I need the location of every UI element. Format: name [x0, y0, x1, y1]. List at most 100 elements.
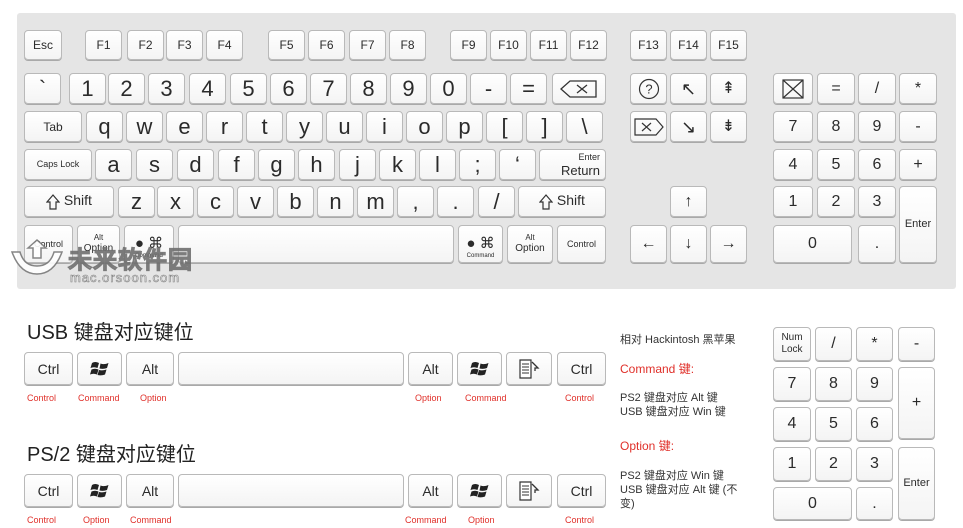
key-y[interactable]: y — [286, 111, 323, 142]
key-p[interactable]: p — [446, 111, 483, 142]
key2-numpad-9[interactable]: 9 — [856, 367, 893, 401]
key-b[interactable]: b — [277, 186, 314, 217]
ps2-key-menu[interactable] — [506, 474, 552, 507]
key-f8[interactable]: F8 — [389, 30, 426, 60]
key2-numpad-1[interactable]: 1 — [773, 447, 811, 481]
key-command-right[interactable]: ● ⌘ Command — [458, 225, 503, 263]
key-page-up[interactable]: ⇞ — [710, 73, 747, 104]
key-numpad-plus[interactable]: + — [899, 149, 937, 180]
key-sym-9[interactable]: / — [478, 186, 515, 217]
key-f15[interactable]: F15 — [710, 30, 747, 60]
key-f10[interactable]: F10 — [490, 30, 527, 60]
key-e[interactable]: e — [166, 111, 203, 142]
key-h[interactable]: h — [298, 149, 335, 180]
key-sym-9[interactable]: ; — [459, 149, 496, 180]
ps2-key-alt-left[interactable]: Alt — [126, 474, 174, 507]
key-t[interactable]: t — [246, 111, 283, 142]
key-number-0[interactable]: ` — [24, 73, 61, 104]
key2-numpad-8[interactable]: 8 — [815, 367, 852, 401]
key2-numpad-plus[interactable]: + — [898, 367, 935, 439]
key-numpad-minus[interactable]: - — [899, 111, 937, 142]
key-f14[interactable]: F14 — [670, 30, 707, 60]
key-shift-left[interactable]: Shift — [24, 186, 114, 217]
key-g[interactable]: g — [258, 149, 295, 180]
key-caps-lock[interactable]: Caps Lock — [24, 149, 92, 180]
key2-numpad-7[interactable]: 7 — [773, 367, 811, 401]
key-numpad-divide[interactable]: / — [858, 73, 896, 104]
key-arrow-down[interactable]: ↓ — [670, 225, 707, 263]
key-number-4[interactable]: 4 — [189, 73, 226, 104]
usb-key-alt-right[interactable]: Alt — [408, 352, 453, 385]
key-numpad-0[interactable]: 0 — [773, 225, 852, 263]
usb-key-menu[interactable] — [506, 352, 552, 385]
key-numpad-enter[interactable]: Enter — [899, 186, 937, 263]
key-d[interactable]: d — [177, 149, 214, 180]
key-numpad-multiply[interactable]: * — [899, 73, 937, 104]
key-space[interactable] — [178, 225, 454, 263]
key-home[interactable]: ↖ — [670, 73, 707, 104]
usb-key-ctrl-right[interactable]: Ctrl — [557, 352, 606, 385]
key-control-right[interactable]: Control — [557, 225, 606, 263]
key-f7[interactable]: F7 — [349, 30, 386, 60]
key-numpad-3[interactable]: 3 — [858, 186, 896, 217]
ps2-key-win-left[interactable] — [77, 474, 122, 507]
key-number-9[interactable]: 9 — [390, 73, 427, 104]
key-v[interactable]: v — [237, 186, 274, 217]
key-tab[interactable]: Tab — [24, 111, 82, 142]
key-m[interactable]: m — [357, 186, 394, 217]
key-f13[interactable]: F13 — [630, 30, 667, 60]
key2-numpad-4[interactable]: 4 — [773, 407, 811, 441]
key-i[interactable]: i — [366, 111, 403, 142]
key-f4[interactable]: F4 — [206, 30, 243, 60]
key-z[interactable]: z — [118, 186, 155, 217]
key-number-12[interactable]: = — [510, 73, 547, 104]
usb-key-ctrl-left[interactable]: Ctrl — [24, 352, 73, 385]
key-sym-8[interactable]: . — [437, 186, 474, 217]
key2-numpad-multiply[interactable]: * — [856, 327, 893, 361]
key-a[interactable]: a — [95, 149, 132, 180]
key-numpad-8[interactable]: 8 — [817, 111, 855, 142]
key-o[interactable]: o — [406, 111, 443, 142]
key-f5[interactable]: F5 — [268, 30, 305, 60]
ps2-key-win-right[interactable] — [457, 474, 502, 507]
key-sym-11[interactable]: ] — [526, 111, 563, 142]
key-number-1[interactable]: 1 — [69, 73, 106, 104]
key-help[interactable]: ? — [630, 73, 667, 104]
ps2-key-ctrl-left[interactable]: Ctrl — [24, 474, 73, 507]
key-f2[interactable]: F2 — [127, 30, 164, 60]
key-delete[interactable] — [552, 73, 606, 104]
key2-numpad-3[interactable]: 3 — [856, 447, 893, 481]
key2-numpad-6[interactable]: 6 — [856, 407, 893, 441]
key-u[interactable]: u — [326, 111, 363, 142]
key-number-3[interactable]: 3 — [148, 73, 185, 104]
key-x[interactable]: x — [157, 186, 194, 217]
key-sym-12[interactable]: \ — [566, 111, 603, 142]
key-arrow-right[interactable]: → — [710, 225, 747, 263]
key-numpad-equals[interactable]: = — [817, 73, 855, 104]
key-numpad-clear[interactable] — [773, 73, 813, 104]
key-number-10[interactable]: 0 — [430, 73, 467, 104]
key-f3[interactable]: F3 — [166, 30, 203, 60]
key-f9[interactable]: F9 — [450, 30, 487, 60]
key-number-8[interactable]: 8 — [350, 73, 387, 104]
ps2-key-ctrl-right[interactable]: Ctrl — [557, 474, 606, 507]
key-s[interactable]: s — [136, 149, 173, 180]
ps2-key-space[interactable] — [178, 474, 404, 507]
key-c[interactable]: c — [197, 186, 234, 217]
key-numpad-5[interactable]: 5 — [817, 149, 855, 180]
key2-numpad-0[interactable]: 0 — [773, 487, 852, 520]
key-option-right[interactable]: Alt Option — [507, 225, 553, 263]
key-number-7[interactable]: 7 — [310, 73, 347, 104]
key-page-down[interactable]: ⇟ — [710, 111, 747, 142]
key-number-6[interactable]: 6 — [270, 73, 307, 104]
key-f[interactable]: f — [218, 149, 255, 180]
usb-key-space[interactable] — [178, 352, 404, 385]
usb-key-win-right[interactable] — [457, 352, 502, 385]
key-number-2[interactable]: 2 — [108, 73, 145, 104]
key-arrow-left[interactable]: ← — [630, 225, 667, 263]
key-number-5[interactable]: 5 — [230, 73, 267, 104]
key-esc[interactable]: Esc — [24, 30, 62, 60]
key-q[interactable]: q — [86, 111, 123, 142]
key-n[interactable]: n — [317, 186, 354, 217]
key-f6[interactable]: F6 — [308, 30, 345, 60]
